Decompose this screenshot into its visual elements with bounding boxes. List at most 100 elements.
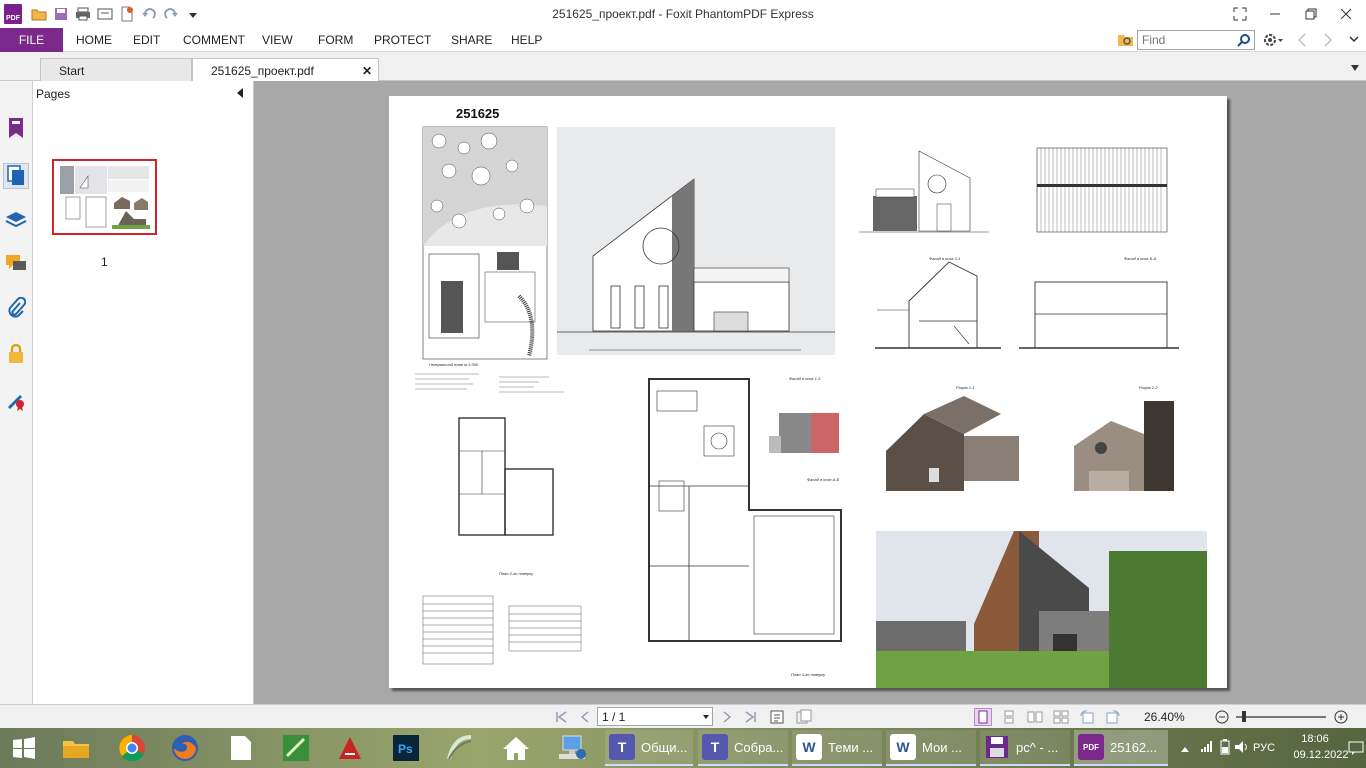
close-tab-icon[interactable]: ✕ [362, 64, 372, 78]
continuous-view-icon[interactable] [1000, 708, 1018, 726]
input-language[interactable]: РУС [1253, 742, 1275, 754]
menu-help[interactable]: HELP [511, 33, 542, 47]
section-2-2-drawing: Розріз 2-2 [1019, 281, 1179, 390]
next-page-icon[interactable] [718, 708, 736, 726]
minimize-button[interactable] [1261, 4, 1289, 24]
pages-panel-icon[interactable] [3, 163, 29, 189]
network-signal-icon[interactable] [1200, 739, 1214, 756]
bookmark-icon[interactable] [3, 115, 29, 141]
clock-date[interactable]: 09.12.2022 [1292, 749, 1350, 761]
page-number-field[interactable]: 1 / 1 [597, 707, 713, 726]
document-view[interactable]: 251625 Генеральний план м 1:300 Фасад в … [254, 81, 1366, 704]
chevron-down-icon[interactable] [703, 715, 709, 719]
previous-page-icon[interactable] [576, 708, 594, 726]
home-icon[interactable] [500, 732, 532, 764]
continuous-facing-view-icon[interactable] [1052, 708, 1070, 726]
taskbar-disk-window[interactable]: pc^ - ... [980, 730, 1070, 766]
taskbar-word-mine-label: Мои ... [922, 739, 962, 755]
extract-page-icon[interactable] [795, 708, 813, 726]
settings-gear-icon[interactable] [1262, 32, 1284, 51]
foxit-pdf-icon: PDF [1078, 734, 1104, 760]
section-1-1-drawing: Розріз 1-1 [875, 261, 1001, 390]
volume-icon[interactable] [1234, 739, 1250, 758]
house-render-1 [886, 396, 1019, 491]
attachment-icon[interactable] [3, 295, 29, 321]
rotate-left-icon[interactable] [1078, 708, 1096, 726]
taskbar-teams-general[interactable]: T Общи... [605, 730, 693, 766]
insert-page-icon[interactable] [768, 708, 786, 726]
search-icon[interactable] [1237, 33, 1251, 50]
security-lock-icon[interactable] [3, 341, 29, 367]
rotate-right-icon[interactable] [1104, 708, 1122, 726]
file-menu-button[interactable]: FILE [0, 28, 63, 52]
chrome-icon[interactable] [116, 732, 148, 764]
zoom-out-icon[interactable] [1213, 708, 1231, 726]
notifications-icon[interactable] [1348, 740, 1364, 759]
ribbon-collapse-icon[interactable] [1348, 33, 1360, 50]
taskbar-foxit-pdf[interactable]: PDF 25162... [1074, 730, 1168, 766]
zoom-slider[interactable] [1236, 716, 1326, 718]
menu-comment[interactable]: COMMENT [183, 33, 245, 47]
layers-icon[interactable] [3, 207, 29, 233]
collapse-panel-icon[interactable] [237, 88, 243, 98]
comments-icon[interactable] [3, 251, 29, 277]
menu-edit[interactable]: EDIT [133, 33, 160, 47]
tab-list-icon[interactable] [1350, 61, 1360, 75]
section-2-2-label: Розріз 2-2 [1139, 385, 1158, 390]
autocad-icon[interactable] [334, 732, 366, 764]
clock-time[interactable]: 18:06 [1292, 733, 1338, 745]
last-page-icon[interactable] [742, 708, 760, 726]
menu-share[interactable]: SHARE [451, 33, 492, 47]
tab-start-label: Start [59, 64, 85, 78]
pages-panel-title: Pages [36, 87, 71, 101]
facade-3-1-label: Фасад в осях 3-1 [929, 256, 960, 261]
find-field[interactable] [1137, 30, 1255, 50]
facade-1-3-label: Фасад в осях 1-3 [789, 376, 821, 381]
photoshop-icon[interactable]: Ps [390, 732, 422, 764]
tray-overflow-icon[interactable] [1180, 742, 1190, 756]
facade-1-3-drawing [557, 127, 835, 355]
taskbar-word-topics-label: Теми ... [828, 739, 874, 755]
fullscreen-icon[interactable] [1226, 4, 1254, 24]
page-number-value: 1 / 1 [602, 710, 626, 724]
windows-taskbar: Ps T Общи... T Собра... W Теми ... W Мои… [0, 728, 1366, 768]
taskbar-disk-window-label: pc^ - ... [1016, 739, 1059, 755]
find-input[interactable] [1138, 31, 1234, 49]
battery-icon[interactable] [1220, 739, 1230, 758]
close-window-button[interactable] [1332, 4, 1360, 24]
archicad-icon[interactable] [444, 732, 476, 764]
menu-form[interactable]: FORM [318, 33, 353, 47]
find-next-icon[interactable] [1322, 32, 1334, 51]
network-computer-icon[interactable] [556, 732, 588, 764]
tab-start[interactable]: Start [40, 58, 192, 82]
restore-button[interactable] [1297, 4, 1325, 24]
facing-view-icon[interactable] [1026, 708, 1044, 726]
floor-plan-2-drawing: План 2-го поверху [458, 417, 554, 576]
zoom-slider-handle[interactable] [1242, 711, 1246, 722]
menu-protect[interactable]: PROTECT [374, 33, 431, 47]
tab-document[interactable]: 251625_проект.pdf ✕ [192, 58, 379, 82]
architectural-sheet-drawing: Генеральний план м 1:300 Фасад в осях 3-… [415, 126, 1207, 688]
taskbar-word-topics[interactable]: W Теми ... [792, 730, 882, 766]
house-render-2 [1074, 401, 1174, 491]
sketch-app-icon[interactable] [280, 732, 312, 764]
page-thumbnail[interactable] [52, 159, 157, 235]
first-page-icon[interactable] [552, 708, 570, 726]
search-folder-icon[interactable] [1117, 31, 1135, 52]
word-icon: W [890, 734, 916, 760]
taskbar-teams-meeting[interactable]: T Собра... [698, 730, 788, 766]
menu-home[interactable]: HOME [76, 33, 112, 47]
start-windows-icon[interactable] [8, 732, 40, 764]
menu-view[interactable]: VIEW [262, 33, 293, 47]
blank-document-icon[interactable] [225, 732, 257, 764]
find-previous-icon[interactable] [1296, 32, 1308, 51]
single-page-view-icon[interactable] [974, 708, 992, 726]
firefox-icon[interactable] [169, 732, 201, 764]
signature-validation-icon[interactable] [3, 387, 29, 413]
zoom-level: 26.40% [1144, 710, 1185, 724]
room-tables [422, 595, 582, 665]
file-explorer-icon[interactable] [60, 732, 92, 764]
zoom-in-icon[interactable] [1332, 708, 1350, 726]
word-icon: W [796, 734, 822, 760]
taskbar-word-mine[interactable]: W Мои ... [886, 730, 976, 766]
